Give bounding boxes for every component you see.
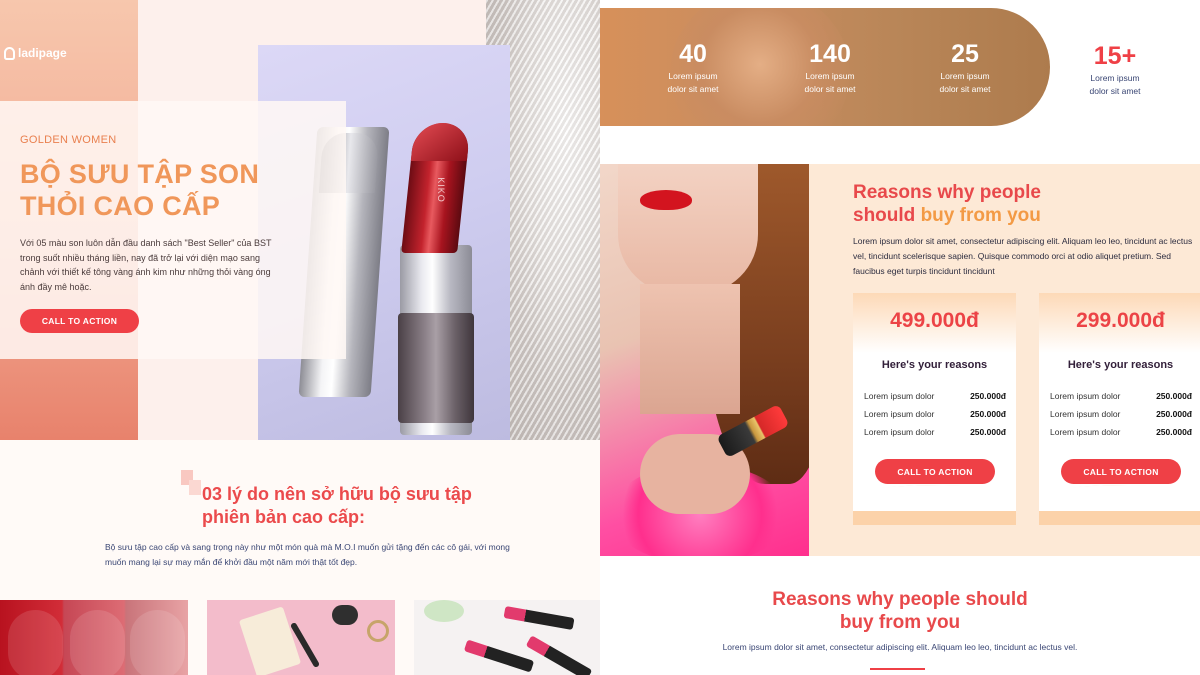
card-cta-button[interactable]: CALL TO ACTION — [875, 459, 995, 484]
card-price: 299.000đ — [1076, 309, 1165, 332]
stat-label: Lorem ipsum — [668, 71, 718, 81]
card-row-label: Lorem ipsum dolor — [864, 391, 935, 401]
reasons-title: Reasons why people should buy from you — [853, 181, 1183, 227]
section2-title: 03 lý do nên sở hữu bộ sưu tập phiên bản… — [202, 484, 472, 527]
logo-text: ladipage — [18, 46, 67, 60]
card-cta-button[interactable]: CALL TO ACTION — [1061, 459, 1181, 484]
cosmetics-flatlay-image — [207, 600, 395, 675]
ladipage-logo-icon — [4, 46, 15, 60]
card-row-label: Lorem ipsum dolor — [1050, 427, 1121, 437]
card-row: Lorem ipsum dolor 250.000đ — [1050, 409, 1192, 419]
card-row: Lorem ipsum dolor 250.000đ — [1050, 391, 1192, 401]
stat-label: Lorem ipsum — [1090, 73, 1140, 83]
hero-subtitle: GOLDEN WOMEN — [20, 134, 117, 146]
card-row-label: Lorem ipsum dolor — [1050, 391, 1121, 401]
reasons2-title-line1: Reasons why people should — [772, 589, 1028, 610]
stat-label: dolor sit amet — [804, 84, 856, 94]
reasons-title-part1: Reasons why people — [853, 182, 1041, 203]
stat-item: 25 Lorem ipsum dolor sit amet — [910, 40, 1020, 96]
card-row-label: Lorem ipsum dolor — [864, 427, 935, 437]
card-row: Lorem ipsum dolor 250.000đ — [1050, 427, 1192, 437]
stat-label: Lorem ipsum — [805, 71, 855, 81]
lipstick-base — [398, 313, 474, 423]
page: KIKO ladipage GOLDEN WOMEN BỘ SƯU TẬP SO… — [0, 0, 1200, 675]
card-heading: Here's your reasons — [1067, 359, 1174, 371]
stat-item: 140 Lorem ipsum dolor sit amet — [775, 40, 885, 96]
reasons2-description: Lorem ipsum dolor sit amet, consectetur … — [722, 642, 1078, 652]
face-shape — [618, 164, 758, 294]
stats-banner: 40 Lorem ipsum dolor sit amet 140 Lorem … — [600, 8, 1050, 126]
woman-lipstick-photo — [600, 164, 809, 556]
right-landing-preview: 40 Lorem ipsum dolor sit amet 140 Lorem … — [600, 0, 1200, 675]
card-row-value: 250.000đ — [1156, 391, 1192, 401]
card-row: Lorem ipsum dolor 250.000đ — [864, 391, 1006, 401]
stat-number: 15+ — [1093, 42, 1137, 70]
card-row: Lorem ipsum dolor 250.000đ — [864, 427, 1006, 437]
hero-title: BỘ SƯU TẬP SON THỎI CAO CẤP — [20, 159, 260, 221]
reasons2-divider — [870, 668, 925, 670]
card-heading: Here's your reasons — [881, 359, 988, 371]
card-row-value: 250.000đ — [970, 409, 1006, 419]
lipsticks-white-image — [414, 600, 600, 675]
stat-label: Lorem ipsum — [940, 71, 990, 81]
stat-number: 40 — [679, 40, 707, 68]
card-price: 499.000đ — [890, 309, 979, 332]
stat-item: 40 Lorem ipsum dolor sit amet — [638, 40, 748, 96]
card-row-value: 250.000đ — [970, 391, 1006, 401]
card-row-value: 250.000đ — [1156, 427, 1192, 437]
stat-item: 15+ Lorem ipsum dolor sit amet — [1060, 42, 1170, 98]
lipstick-brand-label: KIKO — [435, 177, 446, 203]
pricing-card: 499.000đ Here's your reasons Lorem ipsum… — [853, 293, 1016, 525]
card-bottom-wave-inner — [853, 485, 1016, 511]
stat-label: dolor sit amet — [667, 84, 719, 94]
card-bottom-wave-inner — [1039, 485, 1200, 511]
lipstick-swatch-image — [0, 600, 188, 675]
reasons-title-highlight: buy from you — [920, 205, 1041, 226]
left-landing-preview: KIKO ladipage GOLDEN WOMEN BỘ SƯU TẬP SO… — [0, 0, 600, 675]
stat-number: 25 — [951, 40, 979, 68]
card-row-label: Lorem ipsum dolor — [1050, 409, 1121, 419]
stat-label: dolor sit amet — [939, 84, 991, 94]
pricing-card: 299.000đ Here's your reasons Lorem ipsum… — [1039, 293, 1200, 525]
reasons2-title: Reasons why people should buy from you — [600, 588, 1200, 634]
hero-section: KIKO ladipage GOLDEN WOMEN BỘ SƯU TẬP SO… — [0, 0, 600, 440]
reasons-description: Lorem ipsum dolor sit amet, consectetur … — [853, 236, 1193, 276]
hero-description: Với 05 màu son luôn dẫn đầu danh sách "B… — [20, 238, 272, 292]
lips-shape — [640, 190, 692, 210]
neck-shape — [640, 284, 740, 414]
card-row: Lorem ipsum dolor 250.000đ — [864, 409, 1006, 419]
reasons2-title-line2: buy from you — [839, 612, 961, 633]
stat-number: 140 — [809, 40, 851, 68]
section2-description: Bộ sưu tập cao cấp và sang trọng này như… — [105, 542, 510, 567]
card-row-value: 250.000đ — [970, 427, 1006, 437]
hero-cta-button[interactable]: CALL TO ACTION — [20, 309, 139, 333]
card-row-label: Lorem ipsum dolor — [864, 409, 935, 419]
reasons-title-part2: should — [853, 205, 916, 226]
ladipage-logo[interactable]: ladipage — [4, 46, 67, 60]
card-row-value: 250.000đ — [1156, 409, 1192, 419]
stat-label: dolor sit amet — [1089, 86, 1141, 96]
